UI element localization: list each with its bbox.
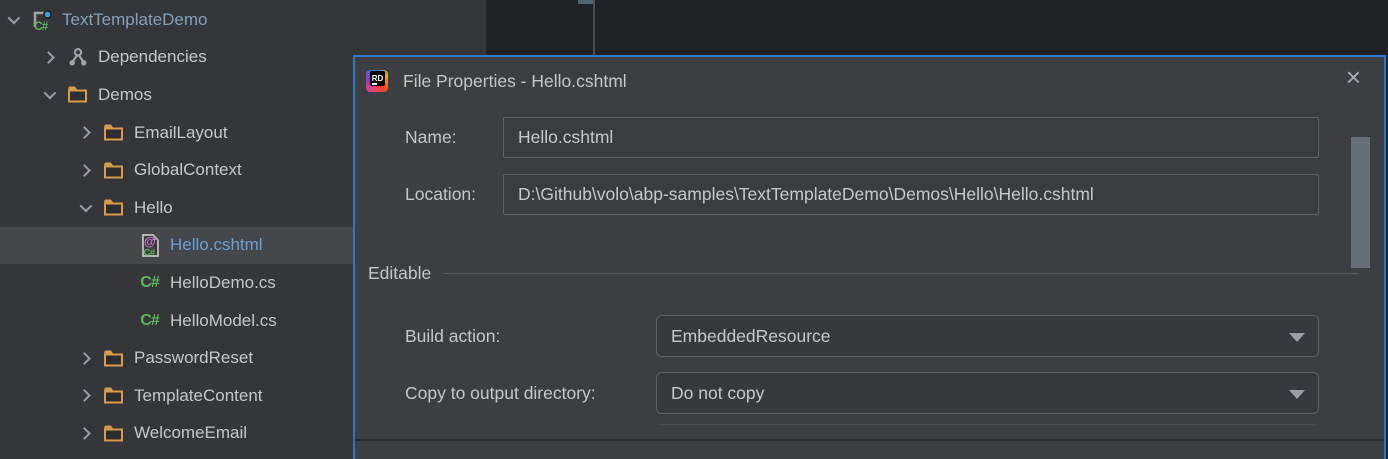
rider-logo-icon: RD bbox=[366, 70, 388, 92]
project-icon: C# bbox=[30, 8, 53, 32]
name-label: Name: bbox=[405, 127, 457, 148]
dialog-scrollbar-thumb[interactable] bbox=[1351, 137, 1370, 268]
dialog-title-bar[interactable]: RD File Properties - Hello.cshtml × bbox=[355, 57, 1384, 105]
chevron-down-icon[interactable] bbox=[44, 87, 57, 100]
tree-item-label: PasswordReset bbox=[134, 348, 253, 368]
ide-window: C# TextTemplateDemo Dependencies Demos Em… bbox=[0, 0, 1388, 459]
folder-icon bbox=[102, 346, 125, 370]
chevron-placeholder bbox=[116, 316, 125, 325]
tree-item-label: Dependencies bbox=[98, 47, 207, 67]
editor-background bbox=[486, 0, 1388, 57]
chevron-right-icon[interactable] bbox=[78, 164, 91, 177]
chevron-right-icon[interactable] bbox=[42, 51, 55, 64]
tree-item-label: TemplateContent bbox=[134, 386, 263, 406]
tree-item-label: GlobalContext bbox=[134, 160, 242, 180]
copy-to-output-label: Copy to output directory: bbox=[405, 383, 596, 404]
svg-text:C#: C# bbox=[143, 247, 155, 258]
tree-item-label: HelloModel.cs bbox=[170, 311, 277, 331]
tree-item-label: Hello bbox=[134, 198, 173, 218]
dialog-title: File Properties - Hello.cshtml bbox=[403, 71, 627, 92]
chevron-down-icon bbox=[1289, 333, 1305, 342]
chevron-placeholder bbox=[116, 241, 125, 250]
close-icon[interactable]: × bbox=[1346, 64, 1361, 90]
build-action-dropdown[interactable]: EmbeddedResource bbox=[656, 315, 1319, 357]
razor-icon: @ C# bbox=[138, 233, 161, 257]
csharp-icon: C# bbox=[138, 271, 161, 295]
tree-item-label: HelloDemo.cs bbox=[170, 273, 276, 293]
folder-icon bbox=[102, 196, 125, 220]
tree-item-label: Demos bbox=[98, 85, 152, 105]
svg-text:C#: C# bbox=[34, 19, 49, 31]
editor-scrollbar-thumb[interactable] bbox=[578, 0, 593, 4]
chevron-right-icon[interactable] bbox=[78, 389, 91, 402]
chevron-down-icon bbox=[1289, 390, 1305, 399]
chevron-right-icon[interactable] bbox=[78, 352, 91, 365]
location-input[interactable] bbox=[503, 174, 1319, 215]
build-action-label: Build action: bbox=[405, 326, 500, 347]
chevron-down-icon[interactable] bbox=[8, 12, 21, 25]
chevron-placeholder bbox=[116, 278, 125, 287]
folder-icon bbox=[102, 158, 125, 182]
build-action-value: EmbeddedResource bbox=[671, 326, 831, 347]
name-input[interactable] bbox=[503, 117, 1319, 158]
tree-item-label: TextTemplateDemo bbox=[62, 10, 208, 30]
content-divider bbox=[658, 424, 1315, 425]
section-editable: Editable bbox=[368, 259, 1358, 287]
folder-icon bbox=[102, 384, 125, 408]
footer-divider bbox=[355, 439, 1384, 441]
folder-icon bbox=[102, 421, 125, 445]
editor-divider bbox=[593, 0, 595, 57]
file-properties-dialog: RD File Properties - Hello.cshtml × Name… bbox=[353, 55, 1386, 459]
svg-text:@: @ bbox=[144, 234, 156, 248]
folder-icon bbox=[66, 83, 89, 107]
csharp-icon: C# bbox=[138, 309, 161, 333]
tree-item-texttemplatedemo[interactable]: C# TextTemplateDemo bbox=[0, 1, 486, 39]
chevron-right-icon[interactable] bbox=[78, 126, 91, 139]
section-divider bbox=[444, 273, 1358, 274]
folder-icon bbox=[102, 121, 125, 145]
dependencies-icon bbox=[66, 45, 89, 69]
tree-item-label: EmailLayout bbox=[134, 123, 228, 143]
location-label: Location: bbox=[405, 184, 476, 205]
tree-item-label: WelcomeEmail bbox=[134, 423, 247, 443]
chevron-right-icon[interactable] bbox=[78, 427, 91, 440]
copy-to-output-dropdown[interactable]: Do not copy bbox=[656, 372, 1319, 414]
copy-to-output-value: Do not copy bbox=[671, 383, 764, 404]
section-editable-label: Editable bbox=[368, 263, 431, 284]
tree-item-label: Hello.cshtml bbox=[170, 235, 263, 255]
chevron-down-icon[interactable] bbox=[80, 200, 93, 213]
